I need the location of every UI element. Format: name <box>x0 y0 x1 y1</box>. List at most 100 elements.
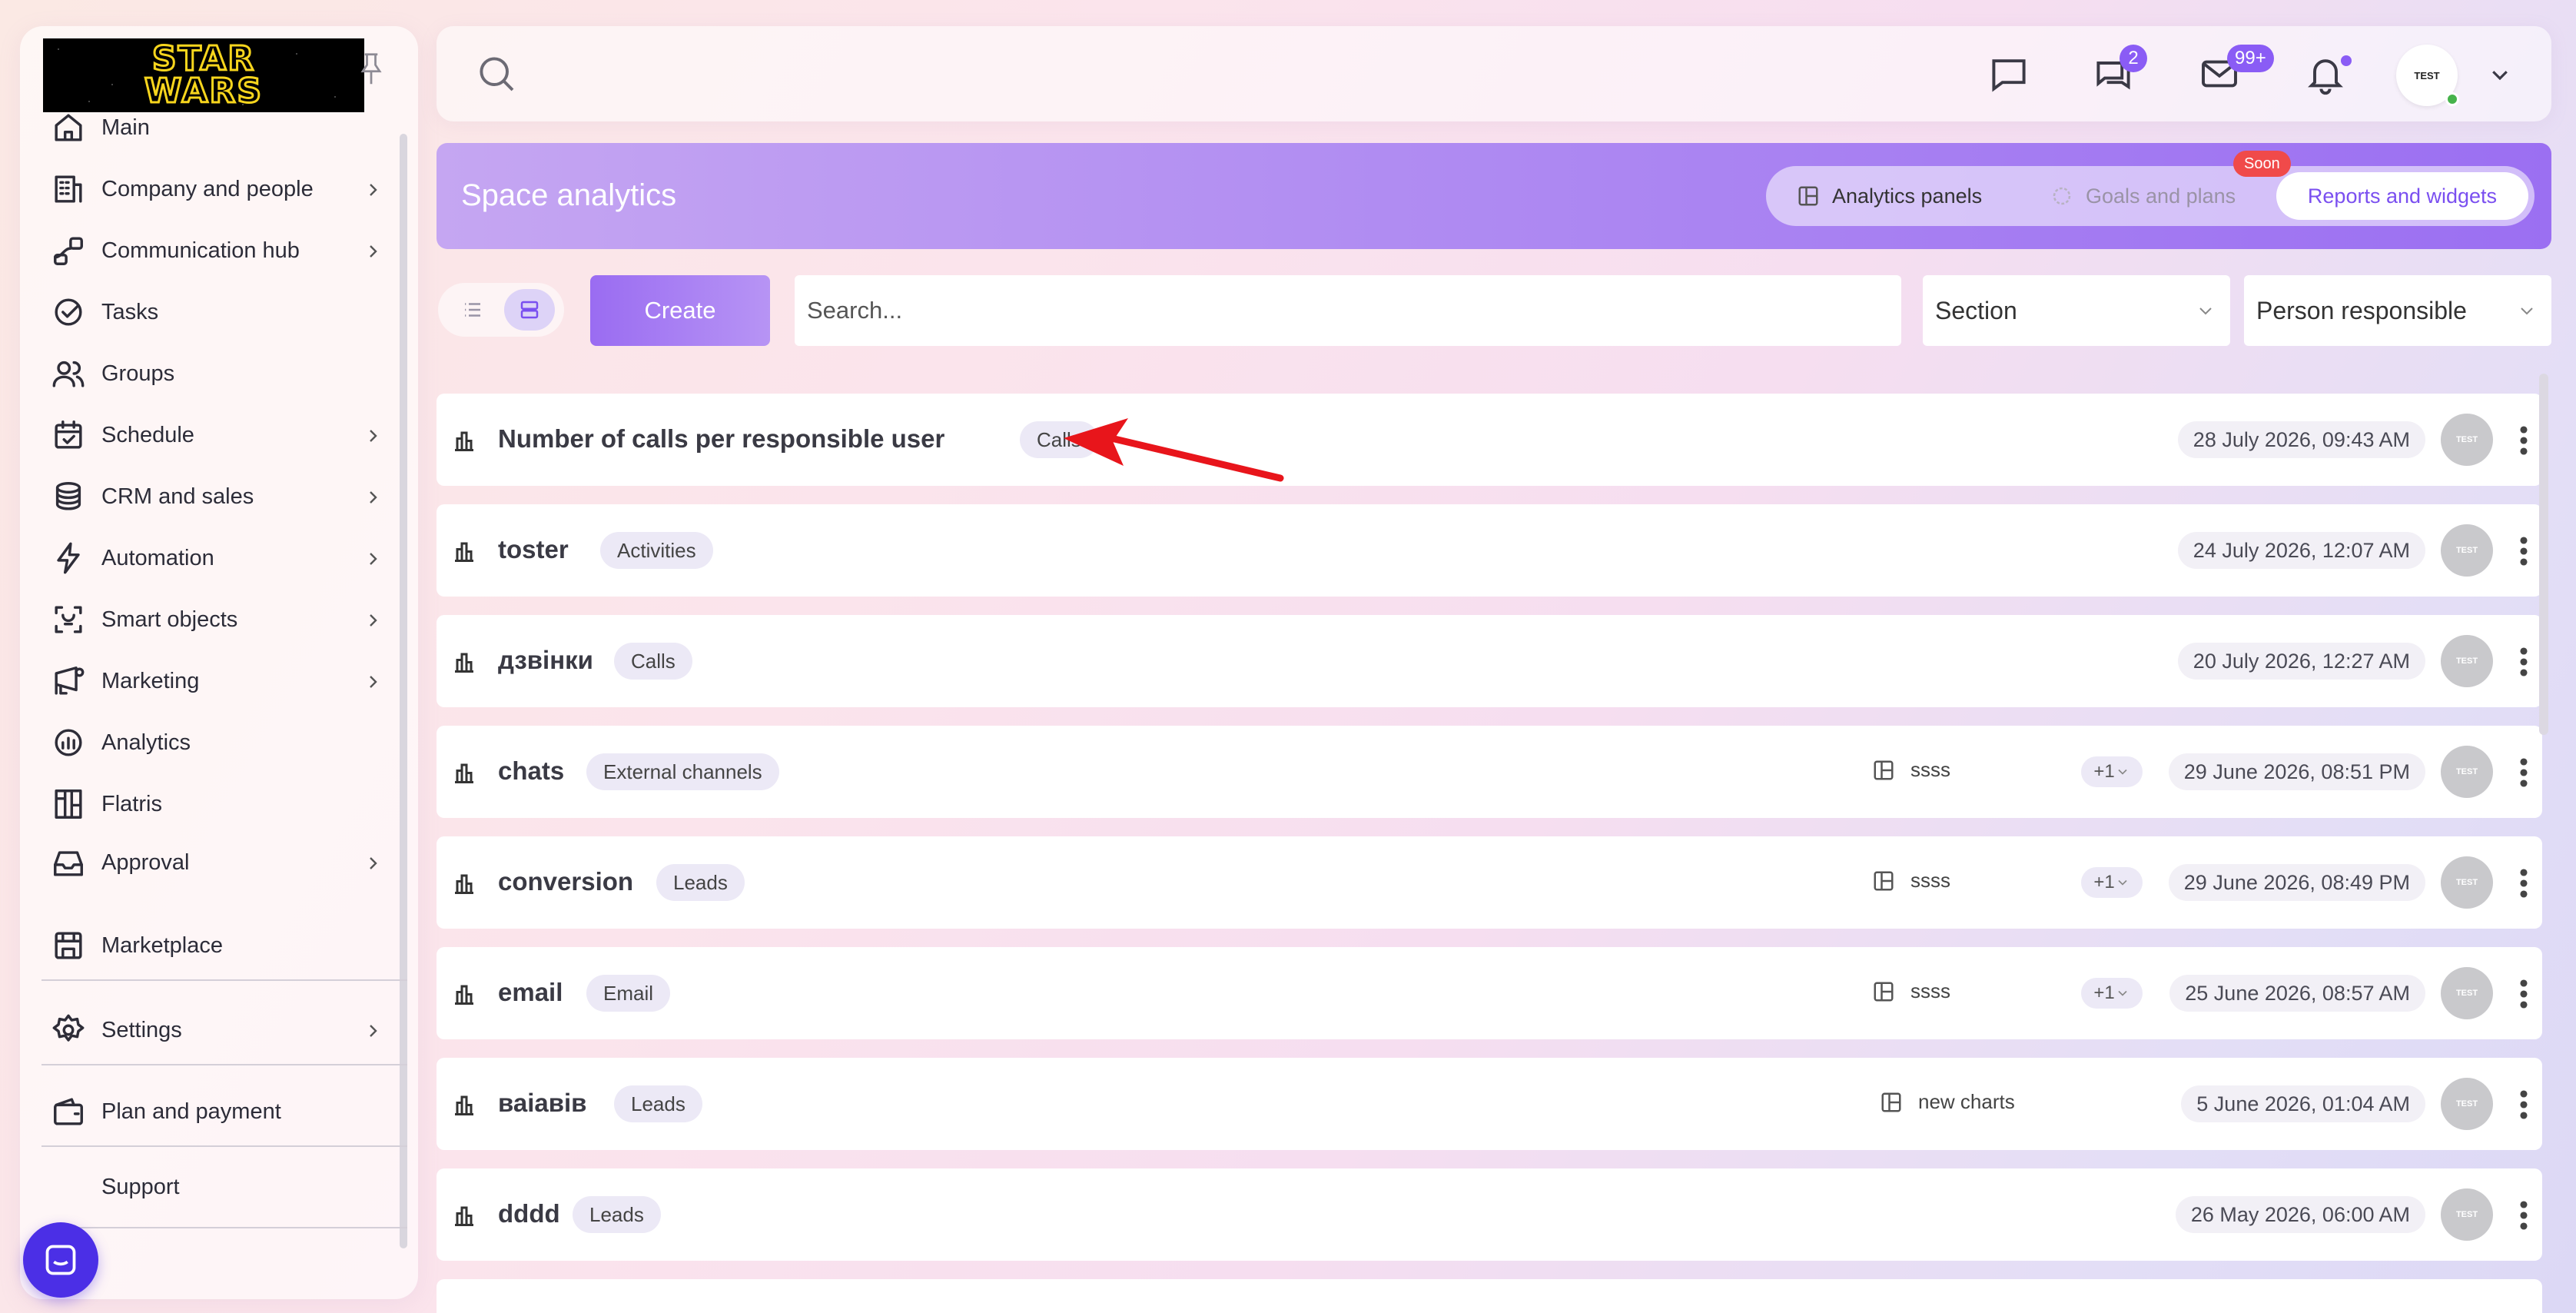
search-input[interactable] <box>795 275 1901 346</box>
report-row[interactable]: ваіавів Leads new charts 5 June 2026, 01:04… <box>437 1058 2542 1150</box>
panel-name: new charts <box>1918 1090 2015 1113</box>
bar-chart-icon <box>455 1095 473 1115</box>
search-icon[interactable] <box>475 52 518 95</box>
sidebar-item-label: Main <box>101 115 150 140</box>
responsible-avatar[interactable]: TEST <box>2441 856 2493 909</box>
panel-reference[interactable]: new charts <box>1880 1090 2015 1114</box>
responsible-avatar[interactable]: TEST <box>2441 1078 2493 1130</box>
support-icon <box>51 1169 86 1205</box>
chevron-down-icon <box>2199 307 2212 315</box>
sidebar-item-label: CRM and sales <box>101 484 254 509</box>
report-date: 24 July 2026, 12:07 AM <box>2177 532 2425 569</box>
chevron-right-icon <box>364 487 381 506</box>
tab-reports-and-widgets[interactable]: Reports and widgets <box>2276 172 2528 220</box>
report-row[interactable]: dddd Leads 26 May 2026, 06:00 AM TEST <box>437 1168 2542 1261</box>
company-logo[interactable]: STAR WARS <box>43 38 364 112</box>
mail-badge: 99+ <box>2227 45 2274 72</box>
report-row[interactable]: toster Activities 24 July 2026, 12:07 AM TE… <box>437 504 2542 597</box>
chevron-right-icon <box>364 853 381 872</box>
report-row[interactable]: chats External channels ssss +1 29 June 2026… <box>437 726 2542 818</box>
sidebar-item-automation[interactable]: Automation <box>51 534 389 583</box>
responsible-avatar[interactable]: TEST <box>2441 635 2493 687</box>
sidebar-item-main[interactable]: Main <box>51 103 389 152</box>
panel-name: ssss <box>1910 869 1950 892</box>
report-title[interactable]: ваіавів <box>498 1089 586 1118</box>
responsible-avatar[interactable]: TEST <box>2441 1188 2493 1241</box>
report-row[interactable]: email Email ssss +1 25 June 2026, 08:57 AM TE… <box>437 947 2542 1039</box>
sidebar-item-approval[interactable]: Approval <box>51 838 389 887</box>
coins-stack-icon <box>51 479 86 514</box>
panel-reference[interactable]: ssss <box>1872 979 1950 1003</box>
nav-divider <box>41 1064 407 1065</box>
report-date: 25 June 2026, 08:57 AM <box>2169 975 2425 1012</box>
person-select-label: Person responsible <box>2256 296 2467 324</box>
card-view-button[interactable] <box>504 289 555 331</box>
report-title[interactable]: Number of calls per responsible user <box>498 424 944 454</box>
panel-name: ssss <box>1910 979 1950 1002</box>
create-button[interactable]: Create <box>590 275 770 346</box>
chevron-down-icon[interactable] <box>2488 63 2511 86</box>
sidebar-item-analytics[interactable]: Analytics <box>51 718 389 767</box>
report-row[interactable]: Number of calls per responsible user Call… <box>437 394 2542 486</box>
more-panels-chip[interactable]: +1 <box>2081 867 2143 898</box>
sidebar-item-label: Marketplace <box>101 932 223 958</box>
list-view-button[interactable] <box>447 289 498 331</box>
sidebar-item-communication-hub[interactable]: Communication hub <box>51 226 389 275</box>
chevron-right-icon <box>364 672 381 690</box>
tab-analytics-panels[interactable]: Analytics panels <box>1797 172 1982 220</box>
report-section-tag: Email <box>586 975 671 1012</box>
person-responsible-select[interactable]: Person responsible <box>2244 275 2551 346</box>
more-vertical-icon[interactable] <box>2518 535 2530 567</box>
more-vertical-icon[interactable] <box>2518 424 2530 457</box>
report-title[interactable]: chats <box>498 756 564 786</box>
message-icon[interactable] <box>1987 52 2030 95</box>
report-title[interactable]: email <box>498 978 563 1007</box>
lightning-icon <box>51 540 86 576</box>
report-row[interactable] <box>437 1279 2542 1313</box>
more-vertical-icon[interactable] <box>2518 1199 2530 1232</box>
more-panels-chip[interactable]: +1 <box>2081 756 2143 787</box>
more-vertical-icon[interactable] <box>2518 867 2530 899</box>
more-vertical-icon[interactable] <box>2518 1089 2530 1121</box>
sidebar-item-marketplace[interactable]: Marketplace <box>51 921 389 970</box>
support-chat-button[interactable] <box>23 1222 98 1298</box>
sidebar-item-smart-objects[interactable]: Smart objects <box>51 595 389 644</box>
report-title[interactable]: дзвінки <box>498 646 593 675</box>
sidebar-item-crm-and-sales[interactable]: CRM and sales <box>51 472 389 521</box>
report-title[interactable]: dddd <box>498 1199 560 1228</box>
section-select[interactable]: Section <box>1923 275 2230 346</box>
panel-reference[interactable]: ssss <box>1872 758 1950 782</box>
sidebar-item-flatris[interactable]: Flatris <box>51 779 389 829</box>
sidebar-item-settings[interactable]: Settings <box>51 1006 389 1055</box>
list-scrollbar[interactable] <box>2539 374 2548 735</box>
more-vertical-icon[interactable] <box>2518 756 2530 789</box>
section-select-label: Section <box>1935 296 2017 324</box>
sidebar-scrollbar[interactable] <box>400 134 407 1248</box>
sidebar-item-marketing[interactable]: Marketing <box>51 656 389 706</box>
more-vertical-icon[interactable] <box>2518 978 2530 1010</box>
tab-goals-and-plans: Goals and plans <box>2050 172 2236 220</box>
more-vertical-icon[interactable] <box>2518 646 2530 678</box>
chevron-down-icon <box>2118 879 2127 886</box>
tab-label: Analytics panels <box>1832 184 1983 208</box>
sidebar-item-groups[interactable]: Groups <box>51 349 389 398</box>
sidebar-item-label: Analytics <box>101 730 191 755</box>
sidebar-item-tasks[interactable]: Tasks <box>51 288 389 337</box>
responsible-avatar[interactable]: TEST <box>2441 746 2493 798</box>
report-title[interactable]: conversion <box>498 867 633 896</box>
report-row[interactable]: conversion Leads ssss +1 29 June 2026, 08:49… <box>437 836 2542 929</box>
bar-chart-icon <box>455 431 473 451</box>
pin-icon[interactable] <box>358 52 384 86</box>
panel-reference[interactable]: ssss <box>1872 869 1950 893</box>
report-row[interactable]: дзвінки Calls 20 July 2026, 12:27 AM TEST <box>437 615 2542 707</box>
responsible-avatar[interactable]: TEST <box>2441 967 2493 1019</box>
panel-layout-icon <box>1874 982 1894 1001</box>
responsible-avatar[interactable]: TEST <box>2441 524 2493 577</box>
sidebar-item-schedule[interactable]: Schedule <box>51 411 389 460</box>
sidebar-item-company-and-people[interactable]: Company and people <box>51 165 389 214</box>
report-title[interactable]: toster <box>498 535 569 564</box>
sidebar-item-plan-and-payment[interactable]: Plan and payment <box>51 1087 389 1136</box>
more-panels-chip[interactable]: +1 <box>2081 978 2143 1009</box>
sidebar-item-support[interactable]: Support <box>51 1162 389 1212</box>
responsible-avatar[interactable]: TEST <box>2441 414 2493 466</box>
